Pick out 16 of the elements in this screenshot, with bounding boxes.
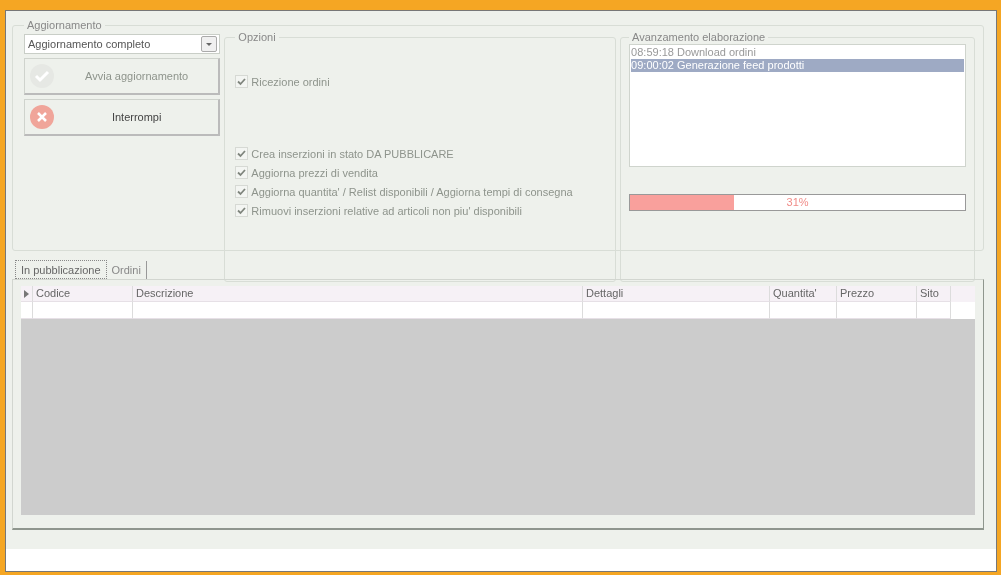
progress-reading: 31% bbox=[785, 195, 810, 210]
tab[interactable]: In pubblicazione bbox=[15, 260, 107, 279]
close-icon bbox=[29, 104, 55, 130]
check-icon bbox=[29, 63, 55, 89]
group-title: Aggiornamento bbox=[26, 19, 103, 31]
stop-button[interactable]: Interrompi bbox=[24, 99, 221, 136]
log-entry[interactable]: 08:59:18 Download ordini bbox=[631, 46, 965, 59]
checkbox-label: Crea inserzioni in stato DA PUBBLICARE bbox=[251, 147, 454, 160]
checkbox-label: Aggiorna prezzi di vendita bbox=[251, 166, 378, 179]
checkbox-label: Ricezione ordini bbox=[251, 75, 330, 88]
group-title: Opzioni bbox=[237, 31, 277, 43]
group-title: Avanzamento elaborazione bbox=[631, 31, 767, 43]
checkbox-label: Aggiorna quantita' / Relist disponibili / Aggiorna tempi di consegna bbox=[251, 185, 573, 198]
checkbox-label: Rimuovi inserzioni relative ad articoli non piu' disponibili bbox=[251, 204, 522, 217]
tab[interactable]: Ordini bbox=[106, 261, 147, 279]
mode-dropdown[interactable]: Aggiornamento completo bbox=[24, 34, 221, 54]
